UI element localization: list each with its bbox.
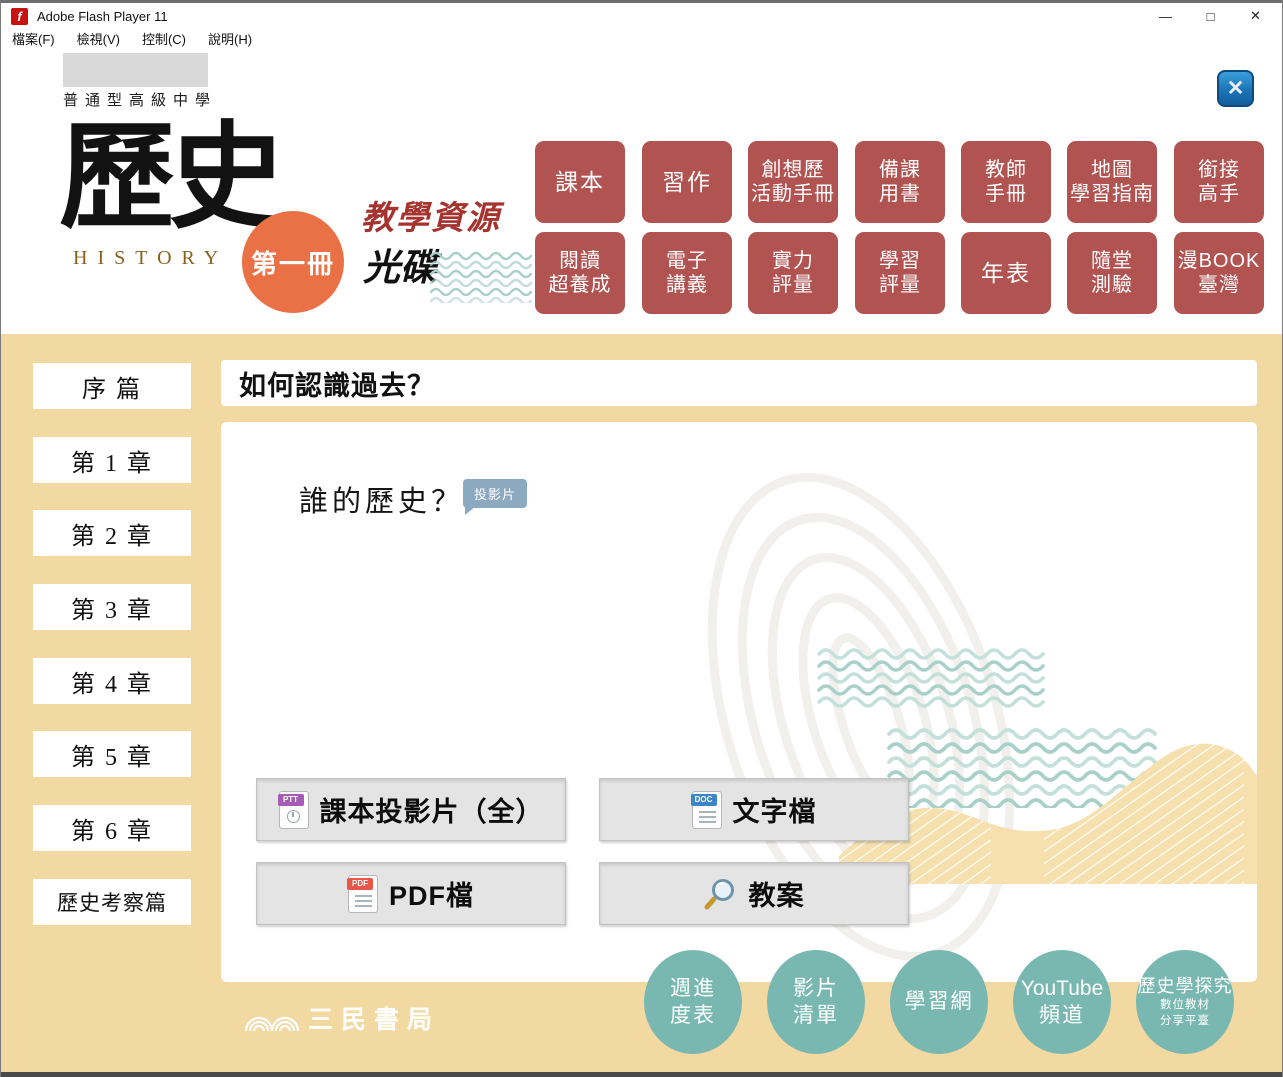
ppt-file-icon: PTT: [279, 791, 309, 829]
button-label: 教師: [985, 158, 1027, 182]
sidebar-item-field-study[interactable]: 歷史考察篇: [33, 879, 191, 925]
history-logo-title: 歷史: [59, 119, 279, 235]
resource-button-textbook[interactable]: 課本: [535, 141, 625, 223]
publisher-name: 三民書局: [308, 1000, 440, 1036]
resource-button-teacher-manual[interactable]: 教師手冊: [961, 141, 1051, 223]
tagline-resource: 教學資源: [361, 191, 501, 239]
slides-tag: 投影片: [463, 479, 527, 508]
circle-youtube-channel[interactable]: YouTube 頻道: [1013, 950, 1111, 1054]
menu-control[interactable]: 控制(C): [131, 29, 197, 51]
content-panel: 誰的歷史？ 投影片 PTT 課本投影片（全） DOC 文字檔 PDF PDF檔: [221, 422, 1257, 982]
resource-button-activity-handbook[interactable]: 創想歷活動手冊: [748, 141, 838, 223]
circle-learning-site[interactable]: 學習網: [890, 950, 988, 1054]
magnifier-icon: [704, 877, 738, 911]
pdf-badge: PDF: [347, 878, 373, 890]
action-label: PDF檔: [389, 874, 474, 913]
wave-watermark-icon: [816, 648, 1056, 714]
button-label: 漫BOOK: [1178, 249, 1261, 273]
close-window-button[interactable]: ✕: [1233, 3, 1278, 29]
window-bottom-edge: [1, 1072, 1282, 1077]
school-type-label: 普通型高級中學: [63, 89, 217, 110]
menu-view[interactable]: 檢視(V): [66, 29, 131, 51]
wave-watermark-icon: [886, 728, 1166, 808]
resource-button-bridging-expert[interactable]: 銜接高手: [1174, 141, 1264, 223]
menu-help[interactable]: 說明(H): [197, 29, 263, 51]
publisher-logo-redacted: [63, 53, 208, 87]
flash-player-icon: f: [11, 8, 28, 25]
masthead: 普通型高級中學 歷史 HISTORY 第一冊 教學資源 光碟 ✕ 課本 習作 創…: [1, 51, 1282, 334]
action-label: 課本投影片（全）: [320, 790, 544, 829]
button-label: 地圖: [1091, 158, 1133, 182]
circle-label: 週進: [670, 975, 716, 1002]
resource-button-learning-assessment[interactable]: 學習評量: [855, 232, 945, 314]
history-logo-subtitle: HISTORY: [73, 247, 228, 270]
resource-button-timeline[interactable]: 年表: [961, 232, 1051, 314]
sidebar-item-chapter-1[interactable]: 第 1 章: [33, 437, 191, 483]
window-title: Adobe Flash Player 11: [37, 9, 168, 24]
slides-tag-pointer: [465, 506, 476, 515]
circle-label: 歷史學探究: [1138, 975, 1233, 998]
action-pdf-file-button[interactable]: PDF PDF檔: [256, 862, 566, 925]
menu-file[interactable]: 檔案(F): [1, 29, 66, 51]
sidebar-item-chapter-4[interactable]: 第 4 章: [33, 658, 191, 704]
button-label: 電子: [666, 249, 708, 273]
action-label: 文字檔: [733, 790, 817, 829]
sidebar-item-preface[interactable]: 序 篇: [33, 363, 191, 409]
sidebar-item-chapter-3[interactable]: 第 3 章: [33, 584, 191, 630]
section-header: 如何認識過去？: [221, 360, 1257, 406]
publisher-logo: 三民書局: [244, 1000, 440, 1036]
button-label: 隨堂: [1091, 249, 1133, 273]
pdf-file-icon: PDF: [348, 875, 378, 913]
doc-file-icon: DOC: [692, 791, 722, 829]
circle-label: 學習網: [905, 988, 974, 1015]
sidebar-item-chapter-5[interactable]: 第 5 章: [33, 731, 191, 777]
button-label: 習作: [662, 168, 712, 196]
resource-button-comic-book-taiwan[interactable]: 漫BOOK臺灣: [1174, 232, 1264, 314]
minimize-button[interactable]: —: [1143, 3, 1188, 29]
resource-button-proficiency-assessment[interactable]: 實力評量: [748, 232, 838, 314]
action-slides-all-button[interactable]: PTT 課本投影片（全）: [256, 778, 566, 841]
circle-weekly-schedule[interactable]: 週進 度表: [644, 950, 742, 1054]
resource-button-map-study-guide[interactable]: 地圖學習指南: [1067, 141, 1157, 223]
resource-button-workbook[interactable]: 習作: [642, 141, 732, 223]
resource-button-reading-development[interactable]: 閱讀超養成: [535, 232, 625, 314]
action-text-file-button[interactable]: DOC 文字檔: [599, 778, 909, 841]
circle-history-inquiry[interactable]: 歷史學探究 數位教材 分享平臺: [1136, 950, 1234, 1054]
app-close-button[interactable]: ✕: [1217, 70, 1254, 107]
button-label: 學習: [879, 249, 921, 273]
button-label: 課本: [555, 168, 605, 196]
button-label: 備課: [879, 158, 921, 182]
doc-badge: DOC: [691, 794, 717, 806]
publisher-arches-icon: [244, 1003, 300, 1033]
action-lesson-plan-button[interactable]: 教案: [599, 862, 909, 925]
button-label: 實力: [772, 249, 814, 273]
menu-bar: 檔案(F) 檢視(V) 控制(C) 說明(H): [1, 29, 1282, 52]
resource-button-quiz[interactable]: 隨堂測驗: [1067, 232, 1157, 314]
circle-label: 影片: [793, 975, 839, 1002]
button-label: 年表: [981, 259, 1031, 287]
tagline-disc: 光碟: [363, 237, 437, 291]
button-label: 創想歷: [762, 158, 825, 182]
window-controls: — □ ✕: [1143, 3, 1278, 29]
flash-player-window: f Adobe Flash Player 11 — □ ✕ 檔案(F) 檢視(V…: [0, 0, 1283, 1077]
button-label: 銜接: [1198, 158, 1240, 182]
resource-button-e-lecture-notes[interactable]: 電子講義: [642, 232, 732, 314]
circle-video-list[interactable]: 影片 清單: [767, 950, 865, 1054]
window-titlebar: f Adobe Flash Player 11 — □ ✕: [1, 3, 1282, 29]
section-title: 如何認識過去？: [239, 364, 435, 403]
wave-decoration-icon: [429, 251, 541, 303]
sidebar-item-chapter-2[interactable]: 第 2 章: [33, 510, 191, 556]
maximize-button[interactable]: □: [1188, 3, 1233, 29]
action-label: 教案: [749, 874, 805, 913]
button-label: 閱讀: [559, 249, 601, 273]
sidebar-item-chapter-6[interactable]: 第 6 章: [33, 805, 191, 851]
resource-button-lesson-prep-book[interactable]: 備課用書: [855, 141, 945, 223]
ppt-badge: PTT: [278, 794, 304, 806]
topic-title: 誰的歷史？: [299, 478, 464, 520]
circle-label: YouTube: [1021, 975, 1104, 1002]
pie-glyph: [287, 810, 300, 823]
volume-badge: 第一冊: [242, 211, 344, 313]
